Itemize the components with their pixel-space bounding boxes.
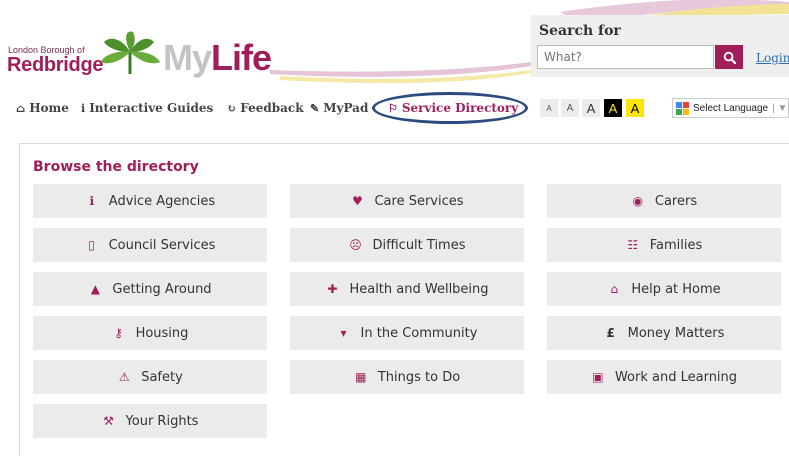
dir-things-to-do-label: Things to Do: [377, 369, 461, 385]
home-icon: ⌂: [16, 101, 26, 115]
dir-housing-label: Housing: [135, 325, 189, 341]
dir-safety-button[interactable]: ⚠ Safety: [33, 360, 267, 394]
dir-your-rights-button[interactable]: ⚒ Your Rights: [33, 404, 267, 438]
dir-help-at-home-button[interactable]: ⌂ Help at Home: [547, 272, 781, 306]
dir-work-learning-button[interactable]: ▣ Work and Learning: [547, 360, 781, 394]
dir-money-matters-label: Money Matters: [627, 325, 725, 341]
edit-icon: ✎: [310, 101, 320, 115]
dir-families-button[interactable]: ☷ Families: [547, 228, 781, 262]
site-header: London Borough of Redbridge MyLife Searc…: [0, 0, 789, 90]
info-icon: i: [81, 101, 86, 115]
search-icon: [723, 51, 736, 64]
leaf-logo-icon: [101, 31, 160, 74]
language-select[interactable]: Select Language | ▼: [672, 98, 789, 118]
font-size-button-small[interactable]: A: [561, 99, 579, 117]
dir-difficult-times-button[interactable]: ☹ Difficult Times: [290, 228, 524, 262]
dir-getting-around-label: Getting Around: [112, 281, 212, 297]
building-icon: ▯: [88, 238, 95, 252]
briefcase-icon: ▣: [592, 370, 604, 384]
dir-work-learning-label: Work and Learning: [614, 369, 738, 385]
refresh-icon: ↻: [227, 101, 237, 115]
logo-mylife[interactable]: MyLife: [163, 37, 272, 79]
dir-safety-label: Safety: [141, 369, 183, 385]
users-icon: ☷: [627, 238, 639, 252]
nav-service-directory-label: Service Directory: [401, 101, 519, 115]
warning-icon: ⚠: [118, 370, 130, 384]
road-icon: ▲: [90, 282, 101, 296]
main-nav: ⌂ Home i Interactive Guides ↻ Feedback ✎…: [0, 90, 789, 126]
nav-feedback[interactable]: ↻ Feedback: [227, 101, 304, 115]
logo-my-text: My: [163, 37, 212, 78]
dir-carers-button[interactable]: ◉ Carers: [547, 184, 781, 218]
directory-title: Browse the directory: [33, 159, 199, 175]
contrast-button-dark[interactable]: A: [604, 99, 622, 117]
home-icon: ⌂: [610, 282, 619, 296]
dir-in-the-community-button[interactable]: ▾ In the Community: [290, 316, 524, 350]
heart-icon: ♥: [352, 194, 363, 208]
cart-icon: ▾: [340, 326, 347, 340]
dropdown-divider: | ▼: [772, 102, 788, 114]
key-icon: ⚷: [114, 326, 123, 340]
search-button[interactable]: [715, 45, 743, 69]
dir-money-matters-button[interactable]: £ Money Matters: [547, 316, 781, 350]
nav-mypad[interactable]: ✎ MyPad: [310, 101, 368, 115]
nav-service-directory[interactable]: ⚐ Service Directory: [388, 101, 518, 115]
dir-council-services-label: Council Services: [108, 237, 216, 253]
dir-getting-around-button[interactable]: ▲ Getting Around: [33, 272, 267, 306]
pound-icon: £: [606, 326, 615, 340]
dir-your-rights-label: Your Rights: [125, 413, 199, 429]
font-size-button-smallest[interactable]: A: [540, 99, 558, 117]
search-input[interactable]: [537, 45, 714, 69]
directory-panel: Browse the directory ℹ Advice Agencies ♥…: [19, 143, 789, 456]
nav-feedback-label: Feedback: [240, 101, 304, 115]
dir-advice-agencies-label: Advice Agencies: [108, 193, 216, 209]
nav-interactive-guides-label: Interactive Guides: [89, 101, 214, 115]
dir-health-wellbeing-label: Health and Wellbeing: [349, 281, 489, 297]
google-translate-icon: [676, 101, 689, 115]
nav-home[interactable]: ⌂ Home: [16, 101, 69, 115]
dir-help-at-home-label: Help at Home: [631, 281, 721, 297]
calendar-icon: ▦: [355, 370, 367, 384]
dir-difficult-times-label: Difficult Times: [372, 237, 466, 253]
dir-council-services-button[interactable]: ▯ Council Services: [33, 228, 267, 262]
language-select-label: Select Language: [693, 102, 769, 114]
nav-home-label: Home: [29, 101, 69, 115]
font-size-button-large[interactable]: A: [582, 99, 600, 117]
eye-icon: ◉: [632, 194, 644, 208]
nav-mypad-label: MyPad: [323, 101, 369, 115]
dir-things-to-do-button[interactable]: ▦ Things to Do: [290, 360, 524, 394]
medkit-icon: ✚: [327, 282, 338, 296]
login-link[interactable]: Login: [756, 51, 789, 65]
info-circle-icon: ℹ: [89, 194, 95, 208]
gavel-icon: ⚒: [103, 414, 114, 428]
dir-care-services-label: Care Services: [374, 193, 464, 209]
dir-advice-agencies-button[interactable]: ℹ Advice Agencies: [33, 184, 267, 218]
dir-health-wellbeing-button[interactable]: ✚ Health and Wellbeing: [290, 272, 524, 306]
dir-carers-label: Carers: [654, 193, 698, 209]
nav-interactive-guides[interactable]: i Interactive Guides: [81, 101, 213, 115]
logo-redbridge-text: Redbridge: [7, 54, 104, 76]
dir-in-the-community-label: In the Community: [360, 325, 478, 341]
frown-icon: ☹: [349, 238, 362, 252]
logo-life-text: Life: [211, 37, 272, 78]
contrast-button-yellow[interactable]: A: [626, 99, 644, 117]
dir-care-services-button[interactable]: ♥ Care Services: [290, 184, 524, 218]
dir-housing-button[interactable]: ⚷ Housing: [33, 316, 267, 350]
search-panel: Search for Login: [531, 15, 789, 77]
search-title: Search for: [539, 23, 621, 39]
dir-families-label: Families: [649, 237, 703, 253]
map-marker-icon: ⚐: [388, 101, 398, 115]
